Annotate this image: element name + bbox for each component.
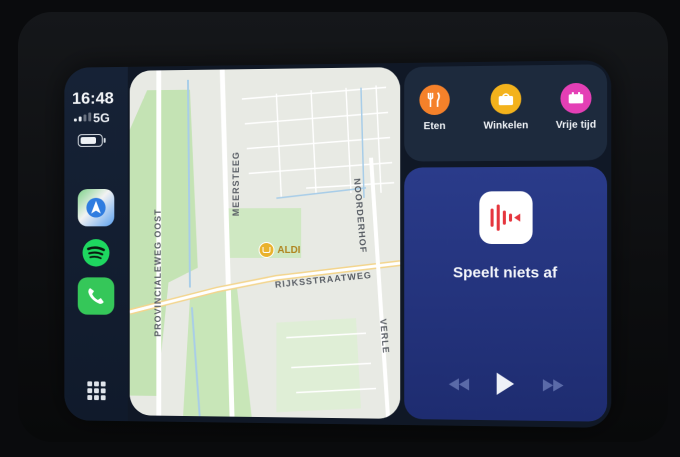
app-grid-icon[interactable] [87,381,106,401]
map-view[interactable]: PROVINCIALEWEG OOST MEERSTEEG RIJKSSTRAA… [129,67,401,419]
rewind-button[interactable] [447,377,471,396]
category-vrije-tijd[interactable]: Vrije tijd [545,82,607,132]
fast-forward-icon [542,379,564,392]
play-icon [496,372,515,396]
signal-icon [73,112,92,122]
phone-app-icon[interactable] [77,277,115,315]
street-label-meersteeg: MEERSTEEG [231,151,241,217]
maps-app-icon[interactable] [77,188,115,227]
category-label: Eten [423,120,446,133]
street-label-provincialeweg: PROVINCIALEWEG OOST [152,208,163,337]
poi-label: ALDI [277,244,301,256]
battery-icon [77,133,103,147]
category-winkelen[interactable]: Winkelen [475,83,536,132]
network-type: 5G [93,110,110,126]
podcast-app-icon[interactable] [479,191,533,244]
carplay-sidebar: 16:48 5G [64,66,128,422]
playback-status: Speelt niets af [452,264,558,282]
nearby-categories: Eten Winkelen Vrije tijd [404,64,608,162]
carplay-screen: 16:48 5G PROVINCIALEWEG OOST MEERSTEEG R… [64,60,612,428]
leisure-icon [560,82,592,114]
category-label: Winkelen [483,120,529,132]
shopping-icon [490,83,522,115]
clock: 16:48 [72,88,114,108]
shopping-cart-icon [258,242,275,258]
fast-forward-button[interactable] [541,378,566,398]
fork-knife-icon [419,84,450,116]
category-eten[interactable]: Eten [404,84,465,132]
map-poi-aldi[interactable]: ALDI [258,242,301,258]
play-button[interactable] [494,372,517,402]
spotify-app-icon[interactable] [78,234,115,271]
category-label: Vrije tijd [555,119,597,132]
rewind-icon [448,378,470,391]
now-playing-widget[interactable]: Speelt niets af [404,166,608,422]
